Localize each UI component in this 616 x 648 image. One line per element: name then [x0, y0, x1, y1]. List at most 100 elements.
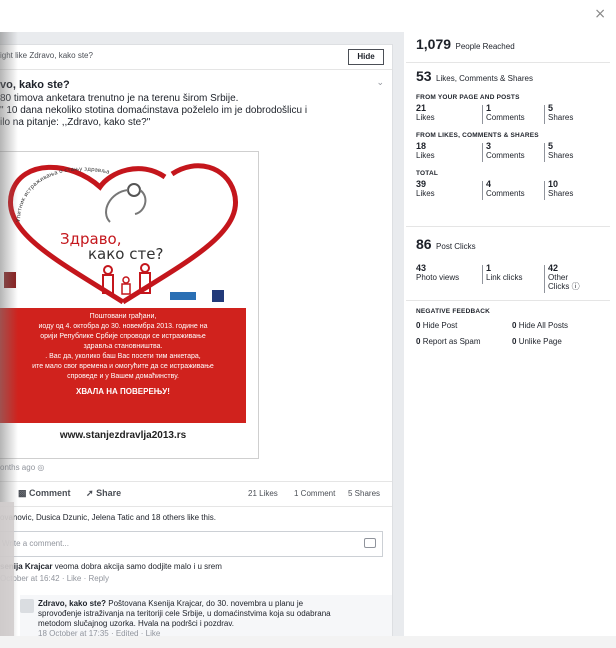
divider	[544, 143, 545, 162]
notice-line: . Вас да, уколико баш Вас посети тим анк…	[45, 353, 201, 360]
clicks-label: Post Clicks	[436, 242, 476, 251]
notice-line: спроведе и у Вашем домаћинству.	[67, 373, 179, 380]
post-text-line: 80 timova anketara trenutno je na terenu…	[0, 93, 239, 104]
post-preview-pane: ight like Zdravo, kako ste? Hide ⌄ vo, k…	[0, 32, 404, 648]
stat-label: Other Clicks	[548, 273, 570, 291]
globe-icon: ◎	[37, 463, 45, 472]
camera-icon[interactable]	[364, 538, 376, 548]
notice-line: Поштовани грађани,	[89, 313, 157, 320]
divider	[482, 265, 483, 284]
stat-label: Hide Post	[422, 321, 458, 330]
notice-line: здравља становништва.	[83, 343, 163, 350]
negative-feedback-section: NEGATIVE FEEDBACK 0 Hide Post 0 Hide All…	[416, 308, 606, 357]
shares-count[interactable]: 5 Shares	[348, 489, 380, 498]
share-icon: ➚	[86, 488, 94, 498]
poster-url: www.stanjezdravlja2013.rs	[59, 430, 187, 441]
notice-thanks: ХВАЛА НА ПОВЕРЕЊУ!	[76, 387, 170, 396]
divider	[544, 105, 545, 124]
stat-label: Shares	[548, 189, 574, 198]
stat-label: Shares	[548, 113, 574, 122]
reply-text-line: Poštovana Ksenija Krajcar, do 30. novemb…	[108, 599, 304, 608]
stat-value: 10	[548, 179, 559, 189]
post-text: 80 timova anketara trenutno je na terenu…	[0, 93, 380, 129]
stat-label: Hide All Posts	[518, 321, 569, 330]
avatar[interactable]	[20, 599, 34, 613]
notice-line: орији Републике Србије спроводи се истра…	[40, 333, 206, 340]
post-text-line: ilo na pitanje: ,,Zdravo, kako ste?"	[0, 117, 151, 128]
comment-text: veoma dobra akcija samo dodjite malo i u…	[54, 562, 222, 571]
comment-icon: ▩	[18, 488, 27, 498]
divider	[482, 143, 483, 162]
stat-label: Shares	[548, 151, 574, 160]
negative-heading: NEGATIVE FEEDBACK	[416, 308, 491, 315]
likes-count[interactable]: 21 Likes	[248, 489, 278, 498]
stat-value: 39	[416, 179, 427, 189]
stat-value: 0	[416, 337, 421, 346]
comment-label: Comment	[29, 488, 71, 498]
share-button[interactable]: ➚ Share	[86, 488, 121, 499]
post-image[interactable]: Упитник истраживања о стању здравља у Ср…	[0, 151, 259, 459]
notice-line: иоду од 4. октобра до 30. новембра 2013.…	[38, 323, 208, 330]
from-shares-heading: FROM LIKES, COMMENTS & SHARES	[416, 132, 539, 139]
divider	[406, 226, 610, 227]
comment-item: senija Krajcar veoma dobra akcija samo d…	[0, 561, 380, 585]
clicks-section: 86 Post Clicks 43 Photo views 1 Link click…	[416, 236, 606, 294]
clicks-value: 86	[416, 236, 432, 252]
notice-line: ите мало свог времена и омогућите да се …	[32, 363, 214, 370]
comments-count[interactable]: 1 Comment	[294, 489, 335, 498]
divider	[482, 105, 483, 124]
poster-notice: Поштовани грађани, иоду од 4. октобра до…	[0, 308, 246, 423]
stat-label: Comments	[486, 151, 525, 160]
share-label: Share	[96, 488, 122, 498]
stat-label: Link clicks	[486, 273, 523, 282]
close-icon[interactable]: ×	[594, 6, 606, 22]
stat-label: Comments	[486, 113, 525, 122]
stat-label: Likes	[416, 189, 435, 198]
edge-panel	[0, 502, 14, 648]
reply-author[interactable]: Zdravo, kako ste?	[38, 599, 106, 608]
stat-label: Photo views	[416, 273, 460, 282]
stat-label: Likes	[416, 113, 435, 122]
stat-value: 43	[416, 263, 427, 273]
stat-value: 42	[548, 263, 559, 273]
reply-text-line: sprovođenje istraživanja na teritoriji c…	[38, 609, 331, 618]
divider	[406, 300, 610, 301]
reply-text-line: metodom slučajnog uzorka. Hvala na podrš…	[38, 619, 234, 628]
stat-value: 0	[416, 321, 421, 330]
stat-value: 1	[486, 263, 492, 273]
from-page-heading: FROM YOUR PAGE AND POSTS	[416, 94, 520, 101]
stat-label: Comments	[486, 189, 525, 198]
stat-value: 3	[486, 141, 492, 151]
engagement-label: Likes, Comments & Shares	[436, 74, 533, 83]
reach-section: 1,079 People Reached	[416, 36, 606, 54]
stat-value: 5	[548, 141, 554, 151]
comment-input[interactable]: Write a comment...	[0, 531, 383, 557]
divider	[482, 181, 483, 200]
hide-button[interactable]: Hide	[348, 49, 384, 65]
chevron-down-icon[interactable]: ⌄	[376, 77, 384, 88]
post-card: ight like Zdravo, kako ste? Hide ⌄ vo, k…	[0, 44, 393, 648]
divider	[544, 265, 545, 293]
stat-value: 0	[512, 337, 517, 346]
comment-meta[interactable]: October at 16:42 · Like · Reply	[0, 573, 380, 585]
from-shares-stats: 18 Likes 3 Comments 5 Shares	[416, 142, 606, 164]
reach-label: People Reached	[455, 42, 515, 51]
bottom-edge	[0, 636, 616, 648]
from-page-stats: 21 Likes 1 Comments 5 Shares	[416, 104, 606, 126]
comment-button[interactable]: ▩ Comment	[18, 488, 71, 499]
stat-value: 1	[486, 103, 492, 113]
post-text-line: " 10 dana nekoliko stotina domaćinstava …	[0, 105, 308, 116]
total-stats: 39 Likes 4 Comments 10 Shares	[416, 180, 606, 202]
stat-label: Report as Spam	[422, 337, 481, 346]
likers-summary[interactable]: ovanovic, Dusica Dzunic, Jelena Tatic an…	[0, 513, 216, 522]
stat-value: 21	[416, 103, 427, 113]
total-heading: TOTAL	[416, 170, 439, 177]
stat-label: Unlike Page	[518, 337, 562, 346]
post-actions-bar: ▩ Comment ➚ Share 21 Likes 1 Comment 5 S…	[0, 481, 392, 507]
stat-value: 5	[548, 103, 554, 113]
engagement-value: 53	[416, 68, 432, 84]
modal-top-bar: ×	[0, 0, 616, 32]
stat-value: 18	[416, 141, 427, 151]
info-icon[interactable]: ⓘ	[572, 282, 580, 291]
reach-value: 1,079	[416, 36, 452, 52]
